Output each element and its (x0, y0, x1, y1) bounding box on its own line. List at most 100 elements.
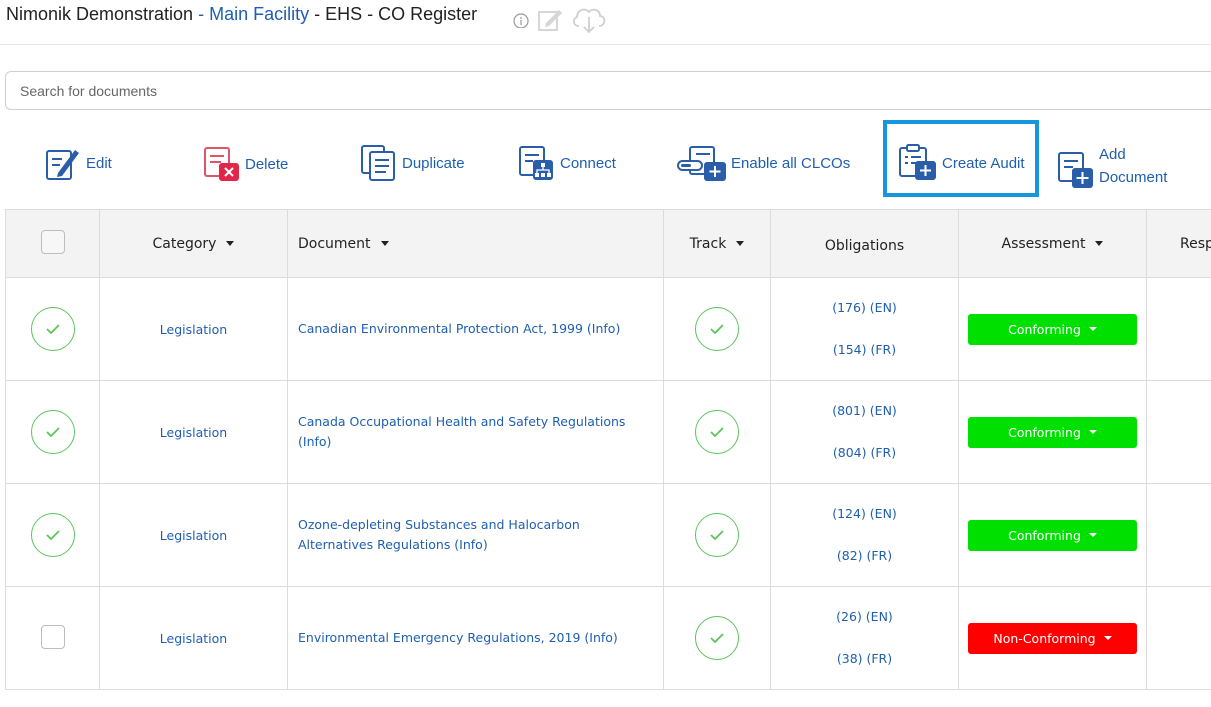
assessment-label: Non-Conforming (993, 630, 1096, 646)
assessment-dropdown[interactable]: Non-Conforming (968, 622, 1137, 654)
table-row: Legislation Ozone-depleting Substances a… (5, 483, 1211, 587)
duplicate-doc-icon (361, 145, 395, 181)
row-checkbox[interactable] (40, 624, 65, 649)
edit-register-icon[interactable] (536, 5, 564, 33)
assessment-header-label: Assessment (1001, 235, 1086, 252)
track-check-icon[interactable] (695, 616, 739, 660)
track-check-icon[interactable] (695, 410, 739, 454)
track-cell (663, 277, 771, 381)
duplicate-label: Duplicate (402, 154, 465, 172)
register-name: EHS - CO Register (325, 4, 478, 24)
obligations-header-label: Obligations (824, 237, 905, 254)
enable-all-clcos-button[interactable]: Enable all CLCOs (677, 144, 850, 182)
responsible-cell (1146, 277, 1211, 381)
sort-caret-icon (736, 241, 745, 246)
category-cell: Legislation (99, 483, 288, 587)
category-link[interactable]: Legislation (160, 528, 227, 543)
obligations-en-link[interactable]: (176) (EN) (771, 287, 958, 329)
assessment-cell: Conforming (958, 483, 1147, 587)
responsible-cell (1146, 380, 1211, 484)
obligations-fr-link[interactable]: (154) (FR) (771, 329, 958, 371)
title-separator: - (193, 4, 210, 24)
document-link[interactable]: Ozone-depleting Substances and Halocarbo… (298, 515, 663, 555)
category-header-label: Category (152, 235, 217, 252)
obligations-en-link[interactable]: (26) (EN) (771, 596, 958, 638)
category-link[interactable]: Legislation (160, 322, 227, 337)
page-title: Nimonik Demonstration - Main Facility - … (6, 4, 477, 25)
document-link[interactable]: Environmental Emergency Regulations, 201… (298, 628, 663, 648)
obligations-en-link[interactable]: (124) (EN) (771, 493, 958, 535)
track-check-icon[interactable] (695, 513, 739, 557)
delete-label: Delete (245, 155, 289, 173)
track-check-icon[interactable] (695, 307, 739, 351)
responsible-header-label: Resp (1180, 235, 1211, 252)
category-cell: Legislation (99, 277, 288, 381)
title-separator: - (309, 4, 326, 24)
assessment-label: Conforming (1008, 424, 1081, 440)
create-audit-button[interactable]: Create Audit (898, 144, 1025, 182)
assessment-label: Conforming (1008, 321, 1081, 337)
edit-button[interactable]: Edit (44, 144, 112, 182)
obligations-fr-link[interactable]: (38) (FR) (771, 638, 958, 680)
obligations-fr-link[interactable]: (82) (FR) (771, 535, 958, 577)
duplicate-button[interactable]: Duplicate (360, 144, 465, 182)
category-header[interactable]: Category (99, 209, 288, 278)
track-header[interactable]: Track (663, 209, 771, 278)
add-document-label-line1: Add (1099, 146, 1126, 163)
enable-all-clcos-label: Enable all CLCOs (731, 154, 851, 172)
category-link[interactable]: Legislation (160, 631, 227, 646)
obligations-fr-link[interactable]: (804) (FR) (771, 432, 958, 474)
create-audit-icon (899, 144, 936, 180)
assessment-dropdown[interactable]: Conforming (968, 519, 1137, 551)
responsible-cell (1146, 586, 1211, 690)
document-cell: Canada Occupational Health and Safety Re… (287, 380, 664, 484)
row-select-cell (5, 483, 100, 587)
category-link[interactable]: Legislation (160, 425, 227, 440)
assessment-dropdown[interactable]: Conforming (968, 313, 1137, 345)
obligations-cell: (176) (EN) (154) (FR) (770, 277, 959, 381)
add-document-icon (1058, 152, 1093, 188)
edit-label: Edit (86, 154, 112, 172)
row-selected-check-icon[interactable] (30, 410, 75, 454)
add-document-button[interactable]: Add Document (1057, 146, 1167, 192)
add-document-label: Add Document (1099, 143, 1167, 189)
obligations-en-link[interactable]: (801) (EN) (771, 390, 958, 432)
assessment-cell: Conforming (958, 380, 1147, 484)
select-all-checkbox[interactable] (40, 229, 65, 254)
connect-button[interactable]: Connect (518, 144, 616, 182)
delete-button[interactable]: Delete (203, 145, 288, 183)
obligations-cell: (26) (EN) (38) (FR) (770, 586, 959, 690)
documents-table: Category Document Track Obligations Asse… (5, 209, 1211, 690)
document-header[interactable]: Document (287, 209, 664, 278)
responsible-header[interactable]: Resp (1146, 209, 1211, 278)
chevron-down-icon (1103, 636, 1112, 640)
track-cell (663, 380, 771, 484)
title-icons (512, 4, 608, 34)
track-cell (663, 586, 771, 690)
row-select-cell (5, 380, 100, 484)
assessment-cell: Non-Conforming (958, 586, 1147, 690)
row-selected-check-icon[interactable] (30, 307, 75, 351)
document-link[interactable]: Canadian Environmental Protection Act, 1… (298, 319, 663, 339)
cloud-download-icon[interactable] (570, 4, 608, 34)
table-header-row: Category Document Track Obligations Asse… (5, 209, 1211, 278)
document-link[interactable]: Canada Occupational Health and Safety Re… (298, 412, 663, 452)
assessment-cell: Conforming (958, 277, 1147, 381)
info-icon[interactable] (512, 10, 530, 28)
assessment-header[interactable]: Assessment (958, 209, 1147, 278)
chevron-down-icon (1088, 430, 1097, 434)
sort-caret-icon (1095, 241, 1104, 246)
search-input[interactable] (5, 71, 1211, 110)
row-selected-check-icon[interactable] (30, 513, 75, 557)
chevron-down-icon (1088, 327, 1097, 331)
table-row: Legislation Canada Occupational Health a… (5, 380, 1211, 484)
org-name: Nimonik Demonstration (6, 4, 194, 24)
document-cell: Ozone-depleting Substances and Halocarbo… (287, 483, 664, 587)
facility-link[interactable]: Main Facility (209, 4, 309, 24)
assessment-dropdown[interactable]: Conforming (968, 416, 1137, 448)
create-audit-label: Create Audit (942, 154, 1025, 172)
category-cell: Legislation (99, 380, 288, 484)
sort-caret-icon (380, 241, 389, 246)
add-document-label-line2: Document (1099, 169, 1168, 186)
sort-caret-icon (226, 241, 235, 246)
